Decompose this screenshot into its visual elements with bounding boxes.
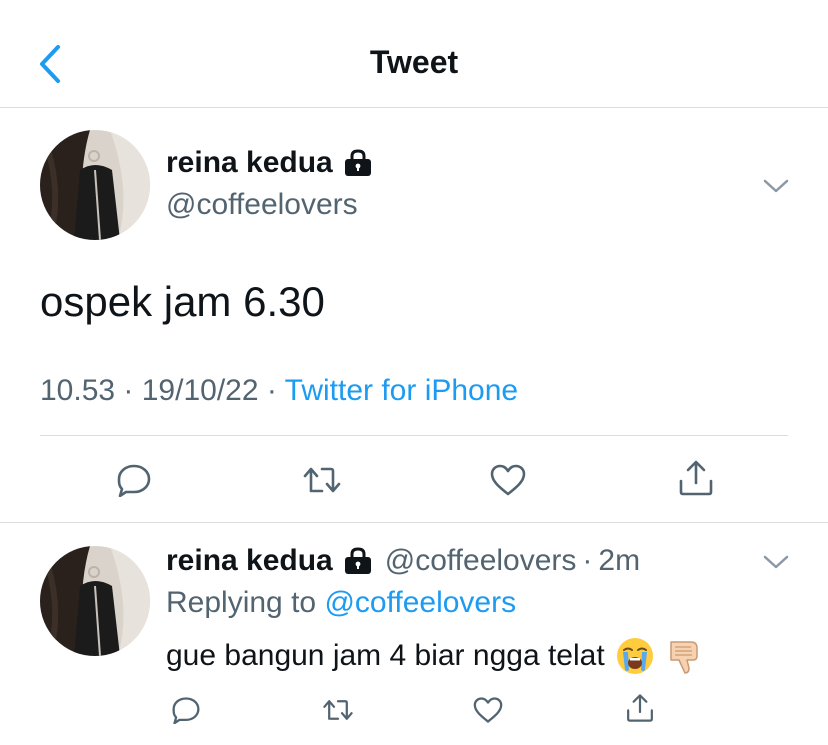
display-name[interactable]: reina kedua	[166, 544, 333, 578]
more-options-button[interactable]	[762, 176, 790, 196]
top-navigation-bar: Tweet	[0, 0, 828, 108]
reply-share-button[interactable]	[620, 688, 660, 728]
display-name[interactable]: reina kedua	[166, 146, 333, 180]
chevron-down-icon	[763, 179, 789, 193]
replying-to-label: Replying to	[166, 586, 317, 619]
share-button[interactable]	[674, 456, 718, 500]
meta-separator: ·	[266, 374, 285, 407]
reply-reply-button[interactable]	[166, 690, 206, 730]
reply-time: 2m	[598, 544, 641, 577]
reply-icon	[117, 464, 151, 497]
author-name-row: reina kedua	[166, 146, 373, 180]
loudly-crying-face-emoji	[615, 636, 655, 676]
page-title: Tweet	[369, 44, 459, 80]
reply-like-button[interactable]	[468, 690, 508, 730]
share-icon	[679, 460, 713, 496]
retweet-icon	[303, 467, 341, 493]
divider	[40, 435, 788, 436]
handle[interactable]: @coffeelovers	[166, 188, 358, 222]
replying-to-line: Replying to @coffeelovers	[166, 586, 516, 620]
reply-more-options-button[interactable]	[762, 552, 790, 572]
meta-separator: ·	[582, 544, 593, 577]
reply-text-row: gue bangun jam 4 biar ngga telat	[166, 636, 705, 676]
retweet-icon	[323, 700, 353, 720]
reply-retweet-button[interactable]	[318, 690, 358, 730]
reply-author-row: reina kedua @coffeelovers · 2m	[166, 544, 640, 578]
author-handle-row: @coffeelovers	[166, 188, 358, 222]
replying-to-link[interactable]: @coffeelovers	[324, 586, 516, 619]
lock-icon	[343, 149, 373, 177]
tweet-meta: 10.53 · 19/10/22 · Twitter for iPhone	[40, 374, 518, 408]
divider	[0, 522, 828, 523]
tweet-source-link[interactable]: Twitter for iPhone	[285, 374, 518, 407]
heart-icon	[473, 697, 503, 723]
reply-button[interactable]	[112, 458, 156, 502]
avatar[interactable]	[40, 130, 150, 240]
tweet-time: 10.53	[40, 374, 116, 407]
reply-text: gue bangun jam 4 biar ngga telat	[166, 639, 605, 672]
heart-icon	[490, 464, 526, 496]
retweet-button[interactable]	[300, 458, 344, 502]
chevron-down-icon	[763, 555, 789, 569]
reply-avatar[interactable]	[40, 546, 150, 656]
thumbs-down-emoji	[665, 636, 705, 676]
handle[interactable]: @coffeelovers	[385, 544, 577, 578]
reply-icon	[172, 697, 200, 724]
meta-separator: ·	[123, 374, 142, 407]
like-button[interactable]	[486, 458, 530, 502]
tweet-text: ospek jam 6.30	[40, 278, 325, 325]
lock-icon	[343, 547, 373, 575]
tweet-date: 19/10/22	[141, 374, 259, 407]
share-icon	[627, 694, 653, 722]
